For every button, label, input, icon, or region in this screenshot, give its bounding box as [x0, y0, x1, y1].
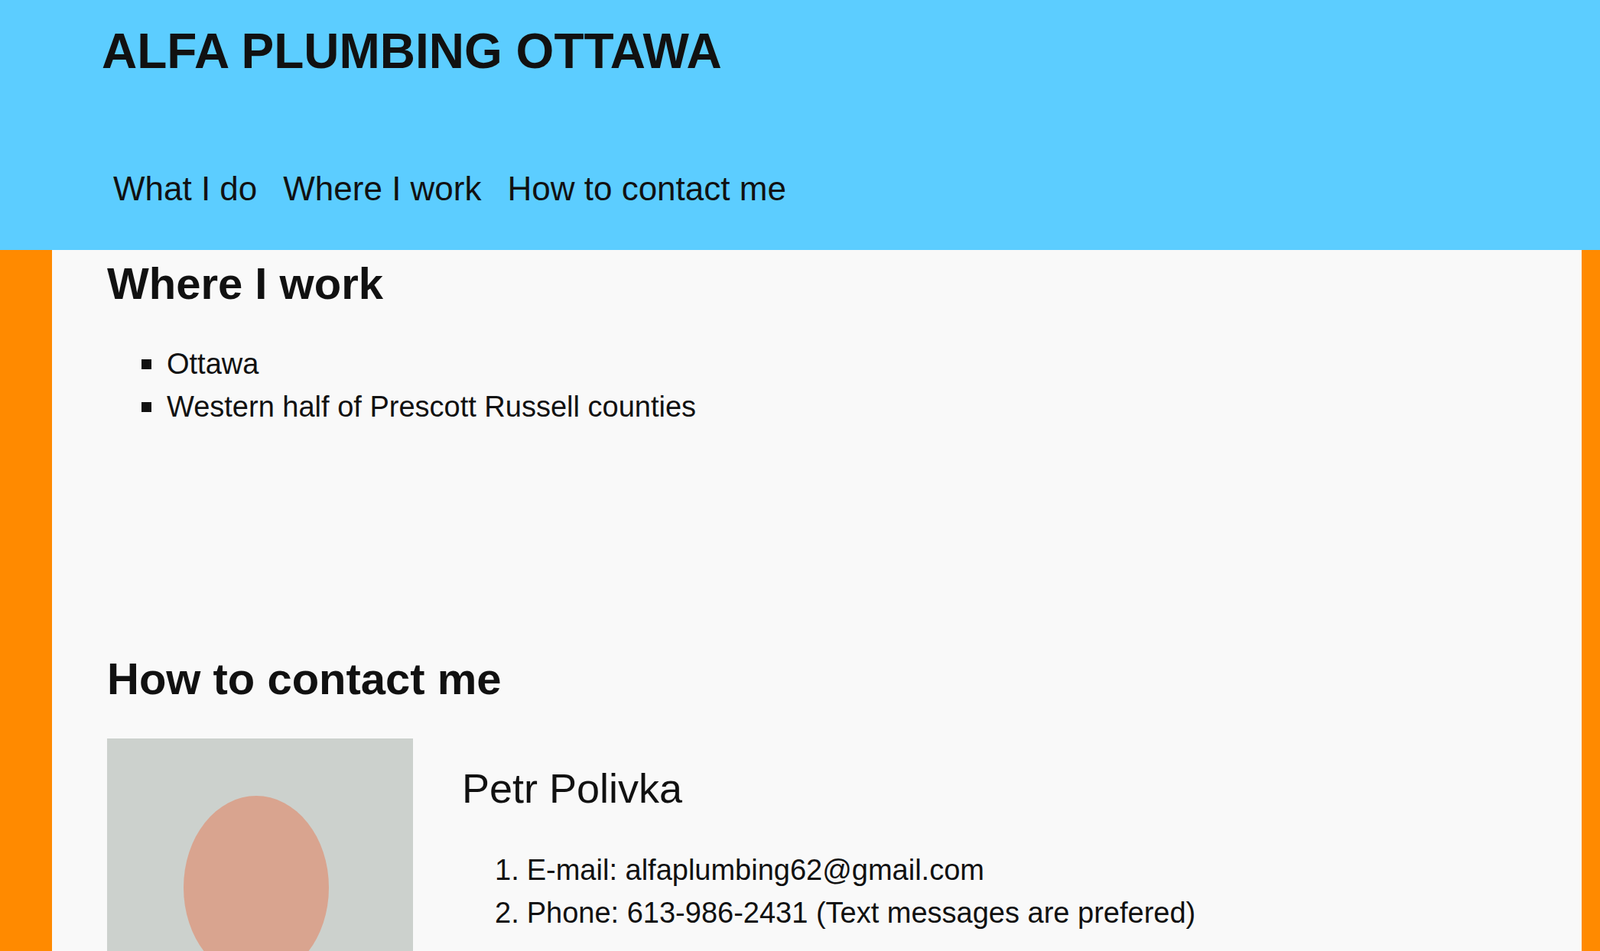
site-header: ALFA PLUMBING OTTAWA What I do Where I wor… [0, 0, 1600, 251]
main-content: Where I work OttawaWestern half of Presco… [52, 250, 1582, 951]
item-number: 2. [494, 891, 520, 935]
area-text: Western half of Prescott Russell countie… [166, 385, 696, 429]
bullet-icon [141, 402, 152, 413]
portrait-photo [107, 738, 414, 951]
contact-list: 1.E-mail: alfaplumbing62@gmail.com2.Phon… [461, 848, 1196, 935]
area-item: Ottawa [141, 342, 1527, 386]
area-list: OttawaWestern half of Prescott Russell c… [107, 342, 1527, 429]
area-text: Ottawa [166, 342, 259, 386]
contact-name: Petr Polivka [461, 761, 1196, 816]
contact-item: 2.Phone: 613-986-2431 (Text messages are… [494, 891, 1196, 935]
site-title: ALFA PLUMBING OTTAWA [101, 16, 1570, 86]
bullet-icon [141, 359, 152, 370]
nav-link[interactable]: Where I work [282, 165, 482, 212]
nav-link[interactable]: What I do [113, 165, 257, 212]
where-heading: Where I work [107, 250, 1527, 312]
contact-card: Petr Polivka 1.E-mail: alfaplumbing62@gma… [107, 738, 1527, 951]
nav-bar: What I do Where I work How to contact me [101, 165, 1570, 212]
nav-link[interactable]: How to contact me [507, 165, 786, 212]
area-item: Western half of Prescott Russell countie… [141, 385, 1527, 429]
item-text[interactable]: E-mail: alfaplumbing62@gmail.com [526, 848, 985, 892]
item-text[interactable]: Phone: 613-986-2431 (Text messages are p… [526, 891, 1197, 935]
portrait-head [183, 796, 329, 951]
contact-info: Petr Polivka 1.E-mail: alfaplumbing62@gma… [461, 738, 1196, 935]
contact-heading: How to contact me [107, 651, 1527, 707]
contact-item: 1.E-mail: alfaplumbing62@gmail.com [494, 848, 1196, 892]
item-number: 1. [494, 848, 520, 892]
